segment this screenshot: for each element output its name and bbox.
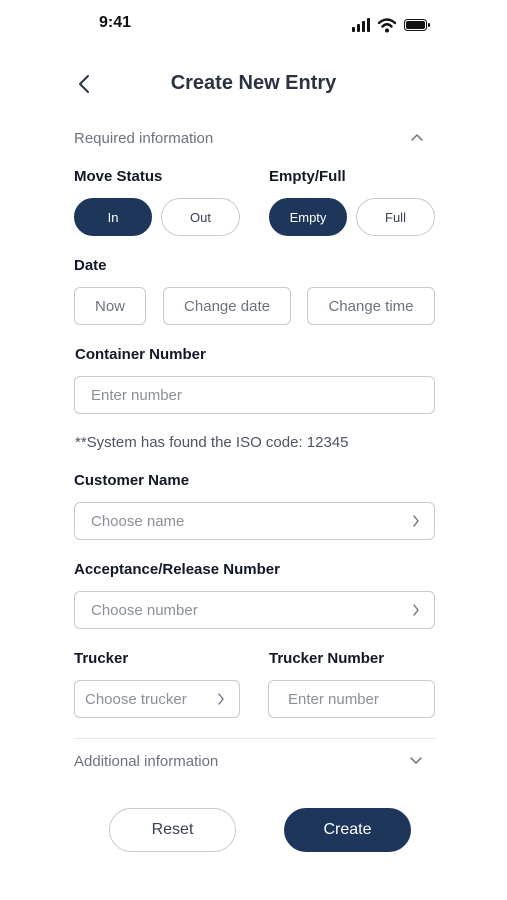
status-icons: [352, 16, 432, 34]
move-status-in-button[interactable]: In: [74, 198, 152, 236]
change-date-button[interactable]: Change date: [163, 287, 291, 325]
required-section-label: Required information: [74, 130, 214, 147]
wifi-icon: [377, 18, 397, 33]
trucker-label: Trucker: [74, 650, 129, 667]
additional-section-label: Additional information: [74, 753, 219, 770]
reset-button[interactable]: Reset: [109, 808, 236, 852]
chevron-right-icon: [413, 515, 419, 527]
container-number-input[interactable]: [74, 376, 435, 414]
empty-button[interactable]: Empty: [269, 198, 347, 236]
change-time-button[interactable]: Change time: [307, 287, 435, 325]
acceptance-release-placeholder: Choose number: [91, 601, 198, 619]
acceptance-release-label: Acceptance/Release Number: [74, 561, 280, 578]
chevron-up-icon: [411, 134, 423, 141]
chevron-right-icon: [218, 693, 224, 705]
trucker-number-label: Trucker Number: [269, 650, 385, 667]
iso-code-note: **System has found the ISO code: 12345: [75, 434, 349, 451]
trucker-number-input[interactable]: [268, 680, 435, 718]
trucker-placeholder: Choose trucker: [85, 690, 187, 708]
signal-icon: [352, 18, 370, 32]
customer-name-placeholder: Choose name: [91, 512, 185, 530]
container-number-label: Container Number: [75, 346, 206, 363]
chevron-down-icon: [410, 757, 422, 764]
additional-section-toggle[interactable]: [406, 750, 426, 770]
empty-full-label: Empty/Full: [269, 168, 346, 185]
required-section-toggle[interactable]: [407, 127, 427, 147]
create-button[interactable]: Create: [284, 808, 411, 852]
chevron-right-icon: [413, 604, 419, 616]
date-now-button[interactable]: Now: [74, 287, 146, 325]
customer-name-label: Customer Name: [74, 472, 190, 489]
battery-icon: [404, 19, 430, 31]
move-status-label: Move Status: [74, 168, 163, 185]
full-button[interactable]: Full: [356, 198, 435, 236]
date-label: Date: [74, 257, 107, 274]
trucker-select[interactable]: Choose trucker: [74, 680, 240, 718]
customer-name-select[interactable]: Choose name: [74, 502, 435, 540]
move-status-out-button[interactable]: Out: [161, 198, 240, 236]
page-title: Create New Entry: [170, 72, 337, 94]
status-time: 9:41: [99, 14, 132, 31]
section-divider: [74, 738, 436, 739]
acceptance-release-select[interactable]: Choose number: [74, 591, 435, 629]
